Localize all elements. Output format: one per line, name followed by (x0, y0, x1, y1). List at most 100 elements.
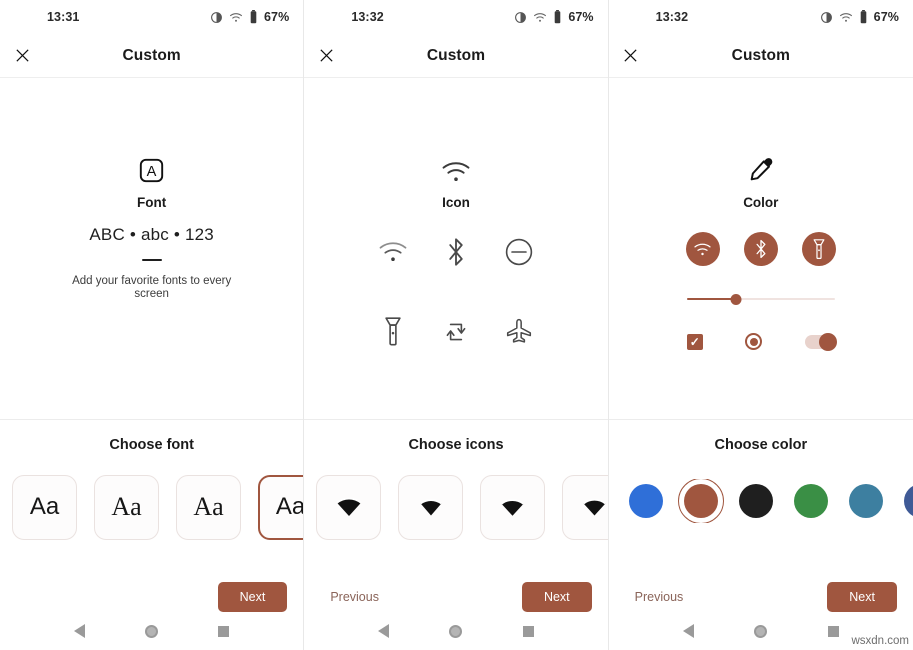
chooser-title: Choose icons (408, 437, 504, 453)
radio-sample[interactable] (745, 333, 763, 350)
wifi-icon (373, 232, 413, 272)
battery-percent: 67% (568, 10, 594, 24)
home-circle-icon[interactable] (449, 624, 463, 638)
battery-percent: 67% (873, 10, 899, 24)
icon-card[interactable] (316, 474, 382, 540)
color-swatch[interactable] (903, 484, 913, 518)
page-title: Custom (426, 46, 486, 64)
icon-card[interactable] (562, 474, 608, 540)
back-triangle-icon[interactable] (378, 624, 390, 638)
wifi-filled-icon (583, 498, 607, 516)
chip-bluetooth (743, 232, 778, 266)
wifi-icon (839, 11, 853, 24)
slider-fill (686, 298, 736, 300)
airplane-icon (499, 312, 539, 352)
color-swatch[interactable] (738, 484, 773, 518)
radio-dot (749, 337, 758, 346)
back-triangle-icon[interactable] (74, 624, 86, 638)
watermark: wsxdn.com (851, 635, 909, 647)
close-button[interactable] (304, 34, 348, 78)
wifi-icon (694, 243, 711, 255)
battery-percent: 67% (264, 10, 290, 24)
slider-thumb[interactable] (730, 293, 742, 305)
previous-button[interactable]: Previous (320, 584, 389, 610)
chip-flashlight (801, 232, 836, 266)
font-card[interactable]: Aa (176, 474, 241, 540)
preview-label: Color (743, 195, 779, 210)
font-sample-text: ABC • abc • 123 (89, 225, 214, 244)
font-card[interactable]: Aa (94, 474, 159, 540)
color-swatch[interactable] (628, 484, 663, 518)
font-card-selected[interactable]: Aa (258, 474, 304, 540)
previous-button[interactable]: Previous (625, 584, 694, 610)
icon-preview: Icon (304, 78, 608, 420)
brightness-icon (820, 11, 833, 24)
status-bar: 13:31 67% (0, 0, 303, 34)
next-button[interactable]: Next (217, 582, 288, 612)
divider-rule (141, 259, 162, 261)
status-indicators: 67% (514, 10, 594, 24)
color-slider[interactable] (686, 292, 835, 306)
close-icon (624, 49, 637, 62)
font-card-strip[interactable]: Aa Aa Aa Aa (0, 474, 304, 540)
back-triangle-icon[interactable] (682, 624, 694, 638)
battery-icon (249, 10, 258, 24)
color-swatch[interactable] (793, 484, 828, 518)
app-bar: Custom (304, 34, 608, 78)
status-time: 13:32 (351, 10, 384, 24)
home-circle-icon[interactable] (145, 624, 159, 638)
panel-font: 13:31 67% Custom A Font ABC • abc • 123 … (0, 0, 305, 650)
status-indicators: 67% (820, 10, 899, 24)
status-time: 13:32 (655, 10, 689, 24)
bluetooth-icon (436, 232, 476, 272)
status-indicators: 67% (210, 10, 289, 24)
recents-square-icon[interactable] (522, 625, 534, 637)
wizard-nav: Previous Next (609, 582, 913, 612)
app-bar: Custom (0, 34, 304, 78)
icon-card-strip[interactable] (304, 474, 608, 540)
color-swatch-strip[interactable] (609, 479, 913, 523)
preview-label: Font (137, 195, 167, 210)
icon-chooser: Choose icons Previous Next (304, 420, 608, 650)
font-card[interactable]: Aa (12, 474, 77, 540)
recents-square-icon[interactable] (218, 625, 230, 637)
screenshot-strip: 13:31 67% Custom A Font ABC • abc • 123 … (0, 0, 913, 650)
wifi-icon (441, 150, 471, 184)
icon-card[interactable] (480, 474, 546, 540)
close-button[interactable] (0, 34, 44, 78)
icon-card[interactable] (398, 474, 464, 540)
recents-square-icon[interactable] (827, 625, 839, 637)
brightness-icon (210, 11, 223, 24)
wizard-nav: Previous Next (304, 582, 607, 612)
color-swatch-selected[interactable] (677, 479, 724, 523)
flashlight-icon (813, 238, 825, 259)
battery-icon (553, 10, 562, 24)
close-button[interactable] (609, 34, 653, 78)
page-title: Custom (122, 46, 181, 64)
color-swatch[interactable] (848, 484, 883, 518)
svg-text:A: A (147, 164, 157, 180)
page-title: Custom (731, 46, 790, 64)
color-chip-row (685, 232, 836, 266)
next-button[interactable]: Next (521, 582, 592, 612)
close-icon (15, 49, 29, 62)
wifi-icon (533, 11, 547, 24)
system-nav-bar (0, 612, 303, 650)
chooser-title: Choose font (109, 437, 194, 453)
switch-knob (818, 332, 837, 351)
close-icon (320, 49, 333, 62)
color-preview: Color ✓ (608, 78, 913, 420)
control-samples-row: ✓ (686, 332, 837, 351)
next-button[interactable]: Next (827, 582, 897, 612)
flashlight-icon (373, 312, 413, 352)
color-chooser: Choose color Previous Next (609, 420, 913, 650)
home-circle-icon[interactable] (754, 624, 768, 638)
switch-sample[interactable] (804, 332, 837, 351)
wifi-filled-icon (501, 498, 525, 516)
font-description: Add your favorite fonts to every screen (72, 275, 232, 301)
app-bar: Custom (608, 34, 913, 78)
checkbox-sample[interactable]: ✓ (686, 333, 703, 350)
panel-color: 13:32 67% Custom Color ✓ Choose color Pr… (608, 0, 913, 650)
panel-icon: 13:32 67% Custom Icon Choose icons Previ… (304, 0, 609, 650)
chip-wifi (685, 232, 720, 266)
